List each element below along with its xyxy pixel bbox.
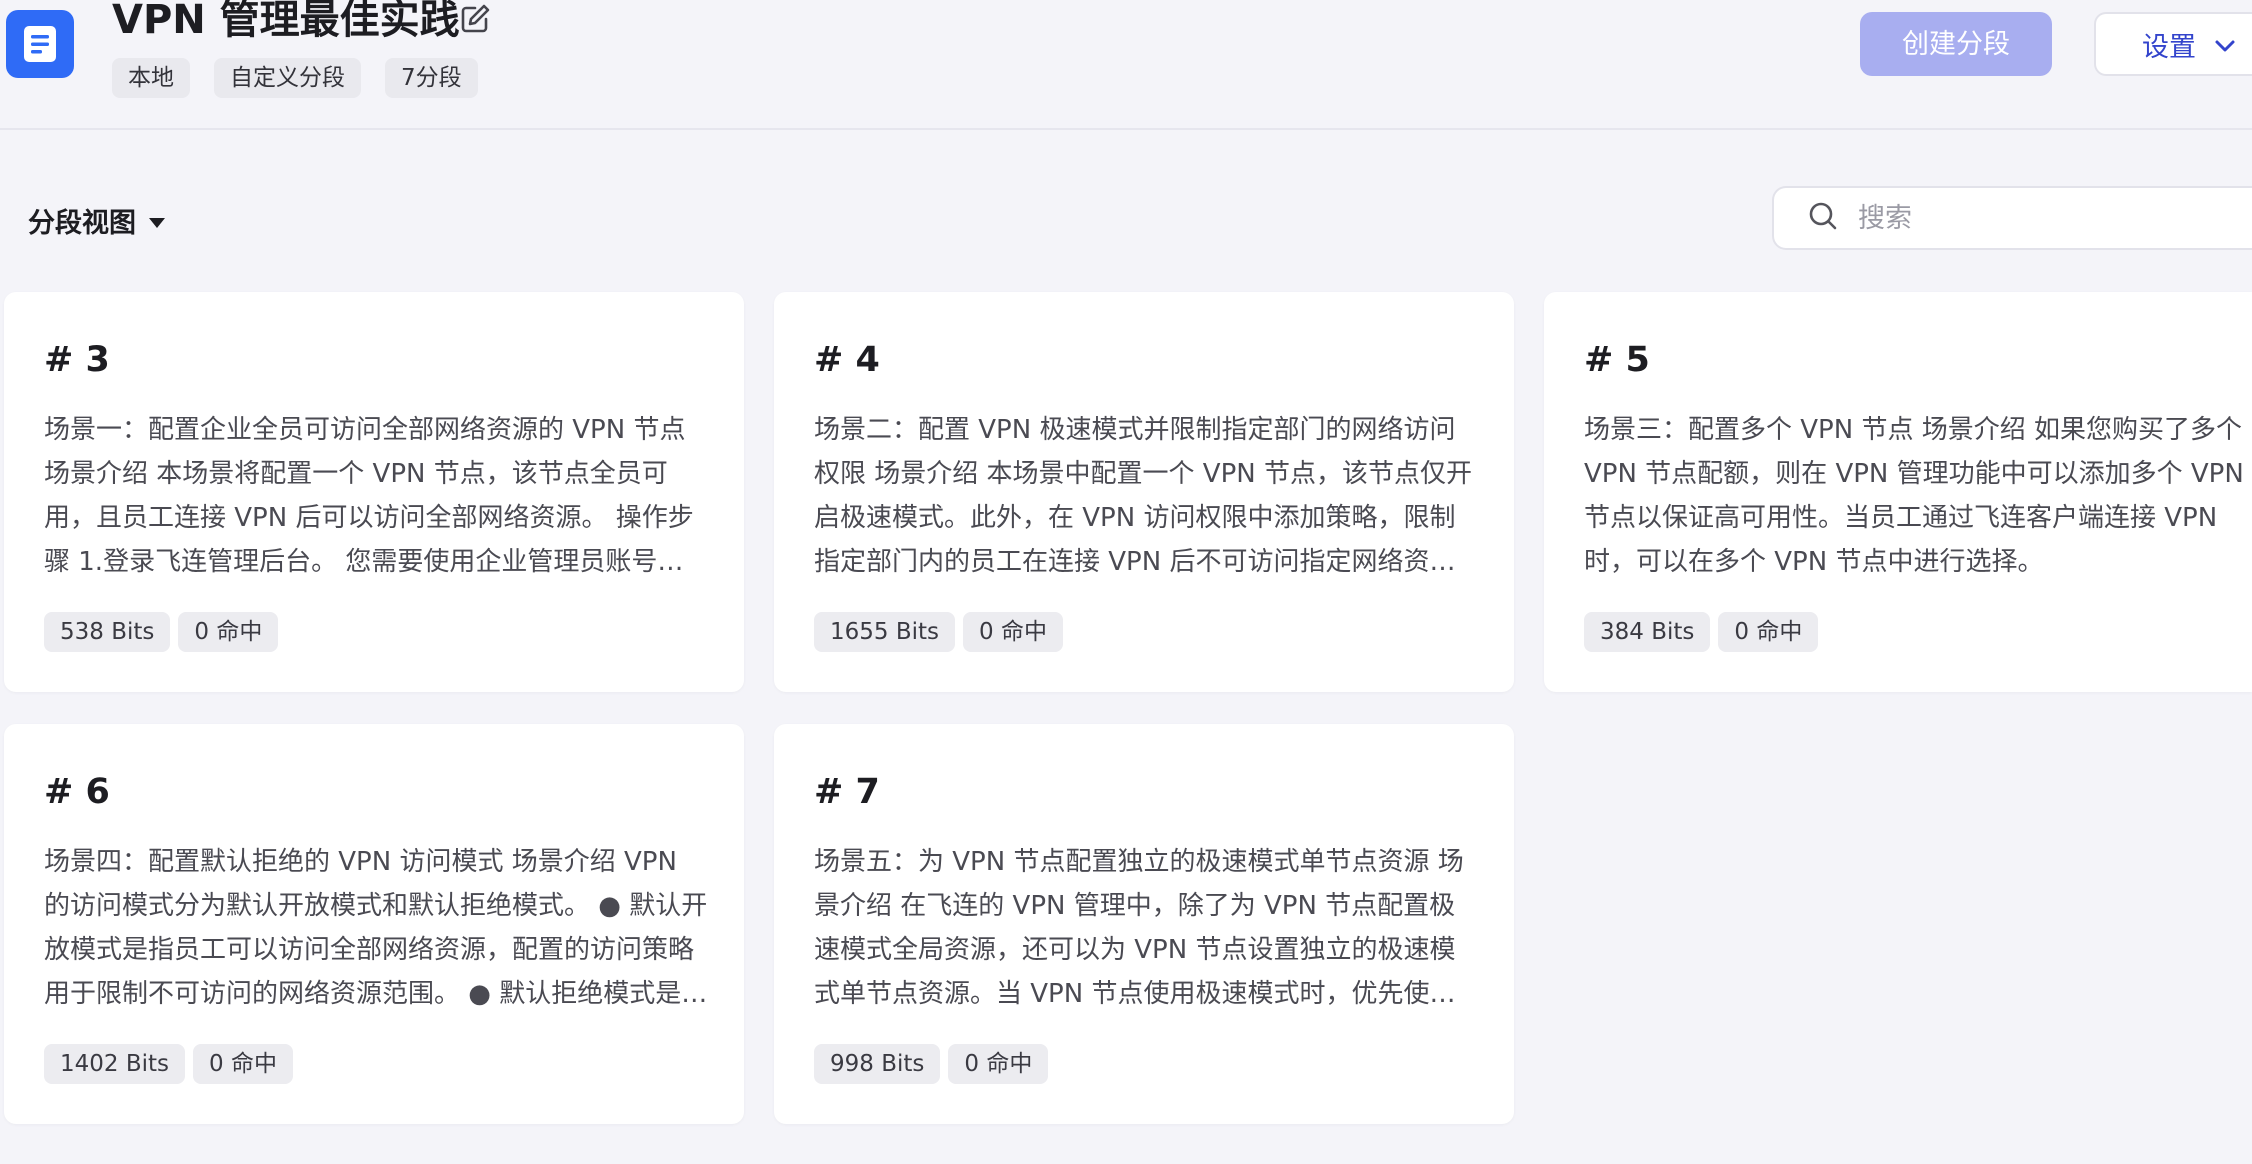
segment-card-5[interactable]: # 5 场景三：配置多个 VPN 节点 场景介绍 如果您购买了多个 VPN 节点…: [1544, 292, 2252, 692]
view-switch-dropdown[interactable]: 分段视图: [28, 200, 166, 240]
segment-text: 场景二：配置 VPN 极速模式并限制指定部门的网络访问权限 场景介绍 本场景中配…: [814, 415, 1472, 577]
doc-icon: [6, 10, 74, 78]
segment-id: # 6: [44, 772, 110, 812]
edit-icon[interactable]: [458, 2, 492, 36]
hits-badge: 0 命中: [1718, 612, 1819, 652]
caret-down-icon: [148, 205, 166, 236]
bits-badge: 998 Bits: [814, 1044, 941, 1084]
segment-id: # 5: [1584, 340, 1650, 380]
segment-badges: 1402 Bits 0 命中: [44, 1044, 293, 1084]
segment-id: # 7: [814, 772, 880, 812]
segment-card-3[interactable]: # 3 场景一：配置企业全员可访问全部网络资源的 VPN 节点 场景介绍 本场景…: [4, 292, 744, 692]
segment-text: 场景三：配置多个 VPN 节点 场景介绍 如果您购买了多个 VPN 节点配额，则…: [1584, 415, 2244, 577]
segment-badges: 998 Bits 0 命中: [814, 1044, 1049, 1084]
page-header: VPN 管理最佳实践 本地 自定义分段 7分段 创建分段 设置: [0, 0, 2252, 130]
search-icon: [1808, 201, 1838, 235]
create-segment-button[interactable]: 创建分段: [1860, 12, 2052, 76]
tag-list: 本地 自定义分段 7分段: [112, 58, 478, 98]
segment-text: 场景一：配置企业全员可访问全部网络资源的 VPN 节点 场景介绍 本场景将配置一…: [44, 415, 694, 577]
hits-badge: 0 命中: [178, 612, 279, 652]
page-title: VPN 管理最佳实践: [112, 0, 460, 43]
segment-card-6[interactable]: # 6 场景四：配置默认拒绝的 VPN 访问模式 场景介绍 VPN 的访问模式分…: [4, 724, 744, 1124]
settings-button-label: 设置: [2142, 31, 2196, 63]
segment-text: 场景五：为 VPN 节点配置独立的极速模式单节点资源 场景介绍 在飞连的 VPN…: [814, 847, 1464, 1009]
tag-local: 本地: [112, 58, 190, 98]
segment-badges: 538 Bits 0 命中: [44, 612, 279, 652]
bits-badge: 538 Bits: [44, 612, 171, 652]
chevron-down-icon: [2214, 29, 2236, 60]
bits-badge: 1655 Bits: [814, 612, 956, 652]
segment-badges: 384 Bits 0 命中: [1584, 612, 1819, 652]
bits-badge: 384 Bits: [1584, 612, 1711, 652]
segment-card-7[interactable]: # 7 场景五：为 VPN 节点配置独立的极速模式单节点资源 场景介绍 在飞连的…: [774, 724, 1514, 1124]
segment-id: # 3: [44, 340, 110, 380]
segment-text: 场景四：配置默认拒绝的 VPN 访问模式 场景介绍 VPN 的访问模式分为默认开…: [44, 847, 708, 1009]
hits-badge: 0 命中: [963, 612, 1063, 652]
segment-badges: 1655 Bits 0 命中: [814, 612, 1063, 652]
settings-button[interactable]: 设置: [2094, 12, 2252, 76]
search-input[interactable]: [1856, 201, 2236, 235]
segment-card-4[interactable]: # 4 场景二：配置 VPN 极速模式并限制指定部门的网络访问权限 场景介绍 本…: [774, 292, 1514, 692]
segment-id: # 4: [814, 340, 880, 380]
tag-custom-segment: 自定义分段: [214, 58, 361, 98]
bits-badge: 1402 Bits: [44, 1044, 186, 1084]
tag-segment-count: 7分段: [385, 58, 478, 98]
view-switch-label: 分段视图: [28, 207, 136, 239]
hits-badge: 0 命中: [193, 1044, 293, 1084]
search-box[interactable]: [1772, 186, 2252, 250]
hits-badge: 0 命中: [948, 1044, 1049, 1084]
